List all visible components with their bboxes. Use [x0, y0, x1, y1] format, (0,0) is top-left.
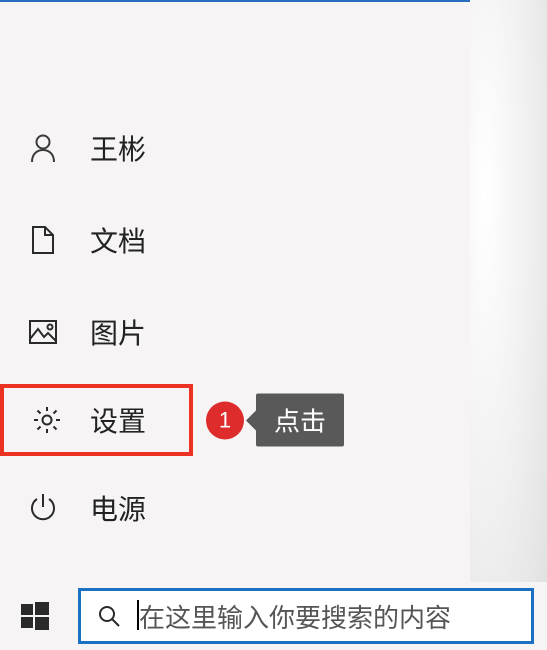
start-panel: 王彬 文档 图片 — [0, 0, 470, 650]
menu-item-documents[interactable]: 文档 — [0, 204, 470, 276]
document-icon — [24, 225, 62, 255]
annotation-callout: 1 点击 — [206, 394, 344, 447]
menu-item-pictures-label: 图片 — [90, 312, 146, 352]
taskbar: 在这里输入你要搜索的内容 — [0, 582, 547, 650]
pictures-icon — [24, 319, 62, 345]
annotation-badge: 1 — [206, 401, 244, 439]
menu-item-settings[interactable]: 设置 — [0, 384, 193, 456]
menu-item-user-label: 王彬 — [90, 128, 146, 168]
menu-item-power-label: 电源 — [90, 488, 146, 528]
gear-icon — [28, 405, 66, 435]
menu-item-pictures[interactable]: 图片 — [0, 296, 470, 368]
taskbar-search-box[interactable]: 在这里输入你要搜索的内容 — [78, 588, 534, 644]
annotation-badge-number: 1 — [219, 407, 231, 433]
annotation-tooltip-text: 点击 — [274, 407, 326, 437]
menu-item-user[interactable]: 王彬 — [0, 112, 470, 184]
search-placeholder: 在这里输入你要搜索的内容 — [139, 598, 451, 635]
user-icon — [24, 133, 62, 163]
annotation-tooltip: 点击 — [256, 394, 344, 447]
search-icon — [95, 604, 123, 628]
menu-item-power[interactable]: 电源 — [0, 472, 470, 544]
menu-item-settings-label: 设置 — [90, 400, 146, 440]
menu-item-documents-label: 文档 — [90, 220, 146, 260]
start-button[interactable] — [0, 582, 70, 650]
start-menu-list: 王彬 文档 图片 — [0, 112, 470, 564]
power-icon — [24, 493, 62, 523]
desktop-strip — [470, 0, 547, 650]
windows-logo-icon — [20, 601, 50, 631]
